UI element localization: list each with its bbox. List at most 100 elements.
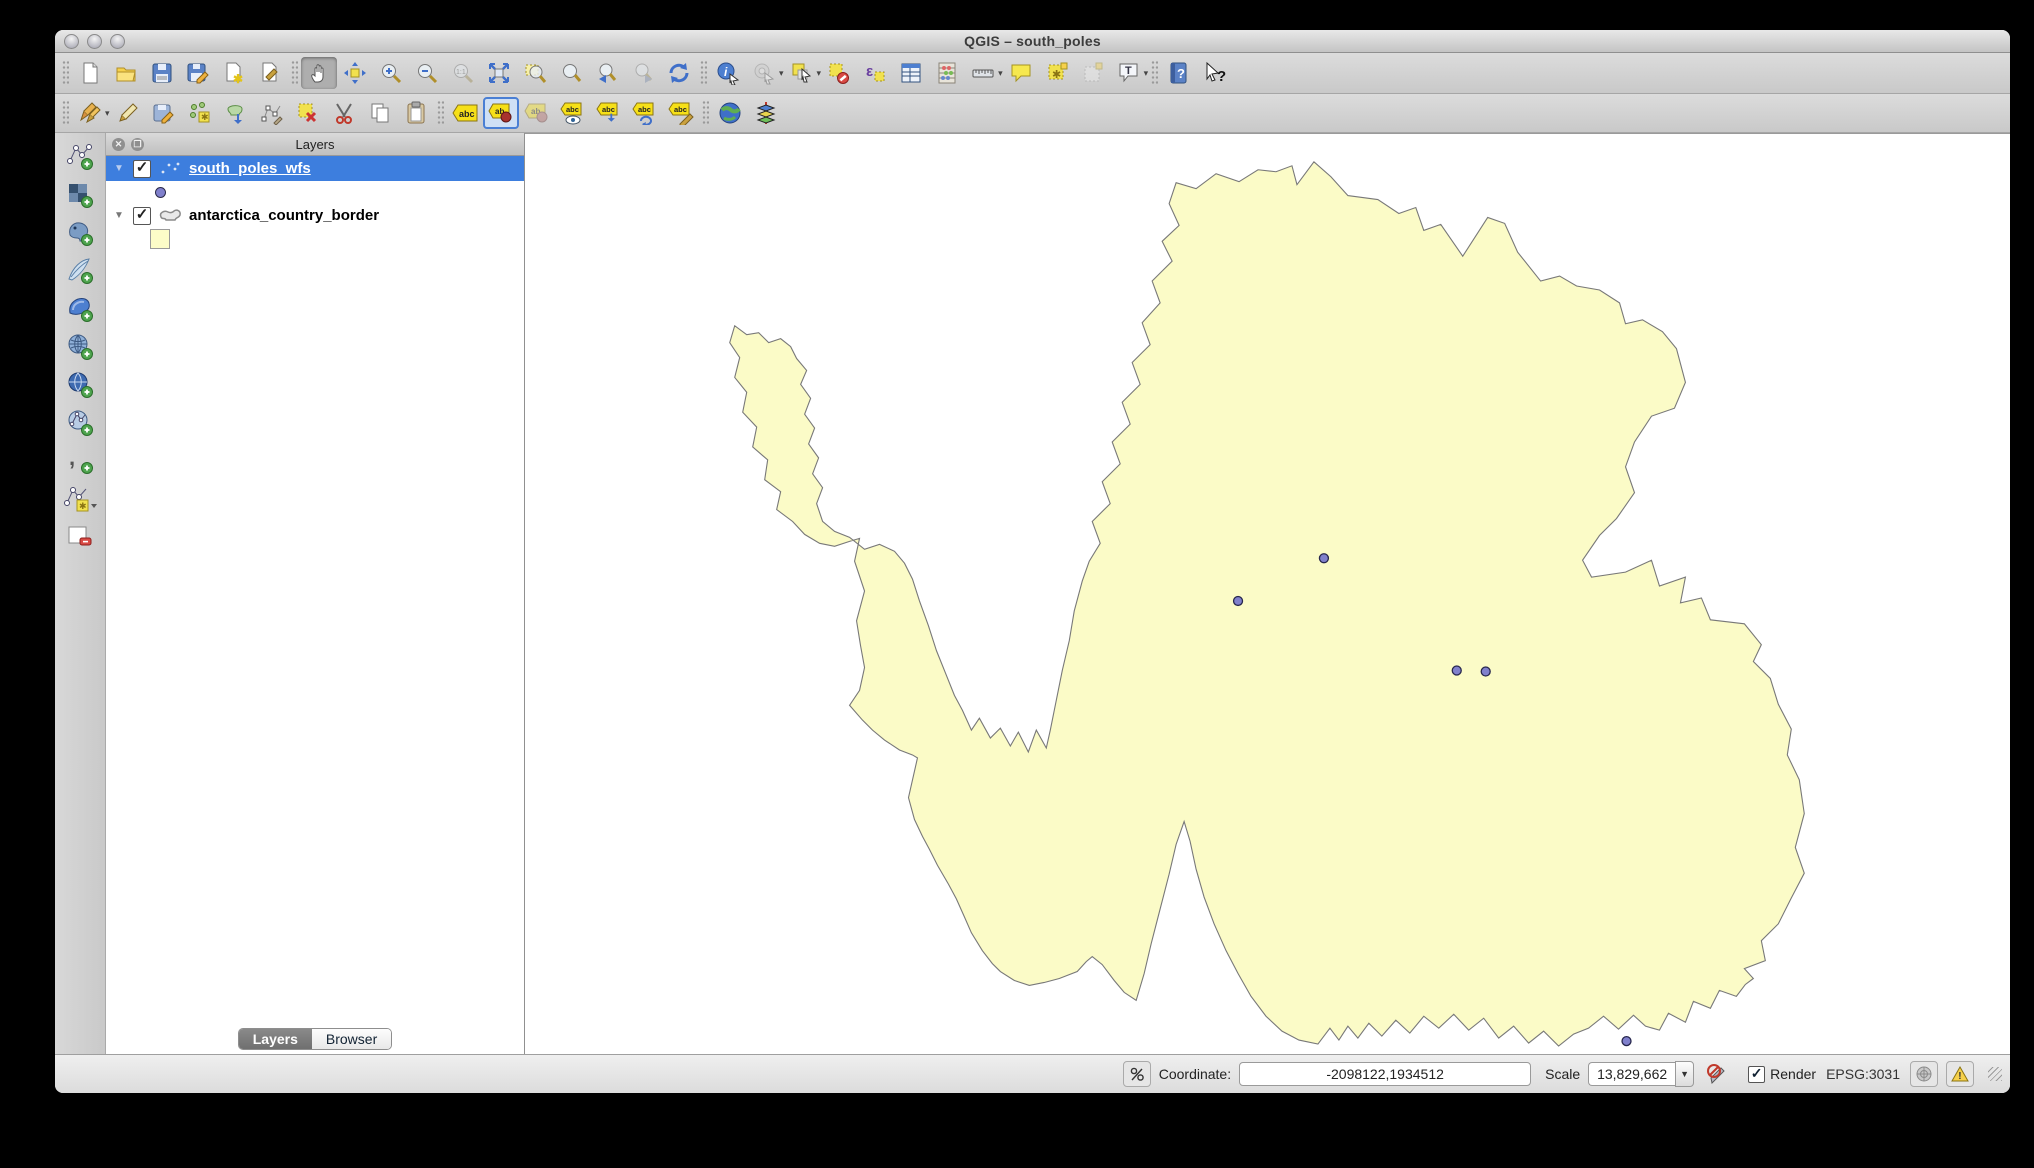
- move-label-button[interactable]: abc: [591, 97, 627, 129]
- zoom-last-button[interactable]: [589, 57, 625, 89]
- select-by-expression-button[interactable]: ε: [857, 57, 893, 89]
- new-print-composer-button[interactable]: ✱: [216, 57, 252, 89]
- new-project-button[interactable]: [72, 57, 108, 89]
- expander-icon[interactable]: ▼: [114, 163, 126, 174]
- metasearch-globe-button[interactable]: [712, 97, 748, 129]
- change-label-button[interactable]: abc: [663, 97, 699, 129]
- zoom-to-layer-button[interactable]: [553, 57, 589, 89]
- save-project-button[interactable]: [144, 57, 180, 89]
- point-symbol-swatch[interactable]: [155, 186, 166, 198]
- add-spatialite-layer-button[interactable]: [61, 255, 99, 286]
- toolbar-handle[interactable]: [701, 100, 709, 126]
- scale-input[interactable]: 13,829,662: [1588, 1062, 1676, 1086]
- window-resize-grip[interactable]: [1988, 1067, 2002, 1081]
- zoom-in-button[interactable]: [373, 57, 409, 89]
- unpin-label-button[interactable]: ab: [519, 97, 555, 129]
- crs-status-label[interactable]: EPSG:3031: [1826, 1066, 1900, 1082]
- text-annotation-button[interactable]: T: [1111, 57, 1147, 89]
- layer-ordering-button[interactable]: [748, 97, 784, 129]
- add-postgis-layer-button[interactable]: [61, 217, 99, 248]
- cut-features-button[interactable]: [326, 97, 362, 129]
- layer-name[interactable]: antarctica_country_border: [189, 207, 379, 224]
- pan-map-button[interactable]: [301, 57, 337, 89]
- add-feature-button[interactable]: ✱: [182, 97, 218, 129]
- show-bookmarks-button[interactable]: [1075, 57, 1111, 89]
- svg-text:abc: abc: [566, 105, 579, 114]
- refresh-map-button[interactable]: [661, 57, 697, 89]
- show-hide-labels-button[interactable]: abc: [555, 97, 591, 129]
- layer-row-south-poles-wfs[interactable]: ▼ ✓ south_poles_wfs: [106, 156, 524, 181]
- tab-browser[interactable]: Browser: [311, 1029, 392, 1049]
- whats-this-button[interactable]: ?: [1197, 57, 1233, 89]
- layer-name[interactable]: south_poles_wfs: [189, 160, 311, 177]
- zoom-full-extent-button[interactable]: [481, 57, 517, 89]
- layer-row-antarctica-country-border[interactable]: ▼ ✓ antarctica_country_border: [106, 203, 524, 228]
- layer-checkbox[interactable]: ✓: [133, 159, 151, 178]
- panel-tab-bar: Layers Browser: [106, 1024, 524, 1054]
- move-feature-button[interactable]: [218, 97, 254, 129]
- scale-dropdown-icon[interactable]: ▼: [1675, 1061, 1695, 1087]
- toolbar-handle[interactable]: [62, 100, 69, 126]
- toolbar-handle[interactable]: [1151, 60, 1159, 86]
- new-shapefile-layer-button[interactable]: ✱: [61, 483, 99, 514]
- toolbar-handle[interactable]: [291, 60, 298, 86]
- new-bookmark-button[interactable]: ✱: [1039, 57, 1075, 89]
- paste-features-button[interactable]: [398, 97, 434, 129]
- stop-rendering-icon[interactable]: [1704, 1062, 1730, 1086]
- rotate-label-button[interactable]: abc: [627, 97, 663, 129]
- add-wms-layer-button[interactable]: [61, 331, 99, 362]
- map-canvas[interactable]: [525, 133, 2010, 1054]
- deselect-features-button[interactable]: [821, 57, 857, 89]
- add-wfs-layer-button[interactable]: [61, 407, 99, 438]
- save-project-as-button[interactable]: [180, 57, 216, 89]
- statistical-summary-button[interactable]: [929, 57, 965, 89]
- toggle-editing-button[interactable]: [110, 97, 146, 129]
- run-feature-action-button[interactable]: [746, 57, 782, 89]
- remove-layer-button[interactable]: [61, 521, 99, 552]
- map-svg: [729, 161, 1805, 1047]
- scale-label: Scale: [1545, 1066, 1581, 1082]
- add-raster-layer-button[interactable]: [61, 179, 99, 210]
- svg-text:,: ,: [69, 447, 75, 470]
- coordinate-input[interactable]: -2098122,1934512: [1239, 1062, 1532, 1086]
- add-delimited-text-layer-button[interactable]: ,: [61, 445, 99, 476]
- svg-text:abc: abc: [459, 109, 475, 119]
- add-vector-layer-button[interactable]: [61, 141, 99, 172]
- expander-icon[interactable]: ▼: [114, 210, 126, 221]
- scale-combo[interactable]: 13,829,662 ▼: [1588, 1061, 1695, 1087]
- map-point-feature: [1621, 1035, 1632, 1047]
- copy-features-button[interactable]: [362, 97, 398, 129]
- render-checkbox[interactable]: ✓: [1748, 1065, 1766, 1083]
- fill-symbol-swatch[interactable]: [150, 229, 170, 249]
- toolbar-handle[interactable]: [700, 60, 707, 86]
- add-mssql-layer-button[interactable]: [61, 293, 99, 324]
- help-contents-button[interactable]: ?: [1161, 57, 1197, 89]
- toolbar-handle[interactable]: [436, 100, 444, 126]
- log-messages-warning-icon[interactable]: !: [1946, 1061, 1974, 1087]
- crs-globe-icon[interactable]: [1910, 1061, 1938, 1087]
- tab-layers[interactable]: Layers: [238, 1029, 312, 1049]
- measure-line-button[interactable]: [965, 57, 1001, 89]
- svg-text:!: !: [1958, 1071, 1961, 1082]
- layer-checkbox[interactable]: ✓: [133, 206, 151, 225]
- open-attribute-table-button[interactable]: [893, 57, 929, 89]
- zoom-out-button[interactable]: [409, 57, 445, 89]
- labeling-button[interactable]: abc: [447, 97, 483, 129]
- current-edits-button[interactable]: [72, 97, 108, 129]
- pin-label-button[interactable]: ab: [482, 97, 519, 129]
- identify-features-button[interactable]: i: [710, 57, 746, 89]
- add-wcs-layer-button[interactable]: [61, 369, 99, 400]
- map-tips-button[interactable]: [1003, 57, 1039, 89]
- zoom-actual-size-button[interactable]: 1:1: [445, 57, 481, 89]
- toolbar-handle[interactable]: [62, 60, 69, 86]
- zoom-next-button[interactable]: [625, 57, 661, 89]
- save-layer-edits-button[interactable]: [146, 97, 182, 129]
- open-project-button[interactable]: [108, 57, 144, 89]
- delete-selected-button[interactable]: [290, 97, 326, 129]
- zoom-to-selection-button[interactable]: [517, 57, 553, 89]
- extents-toggle-icon[interactable]: [1122, 1061, 1151, 1087]
- node-tool-button[interactable]: [254, 97, 290, 129]
- pan-to-selection-button[interactable]: [337, 57, 373, 89]
- select-features-button[interactable]: [784, 57, 820, 89]
- composer-manager-button[interactable]: [252, 57, 288, 89]
